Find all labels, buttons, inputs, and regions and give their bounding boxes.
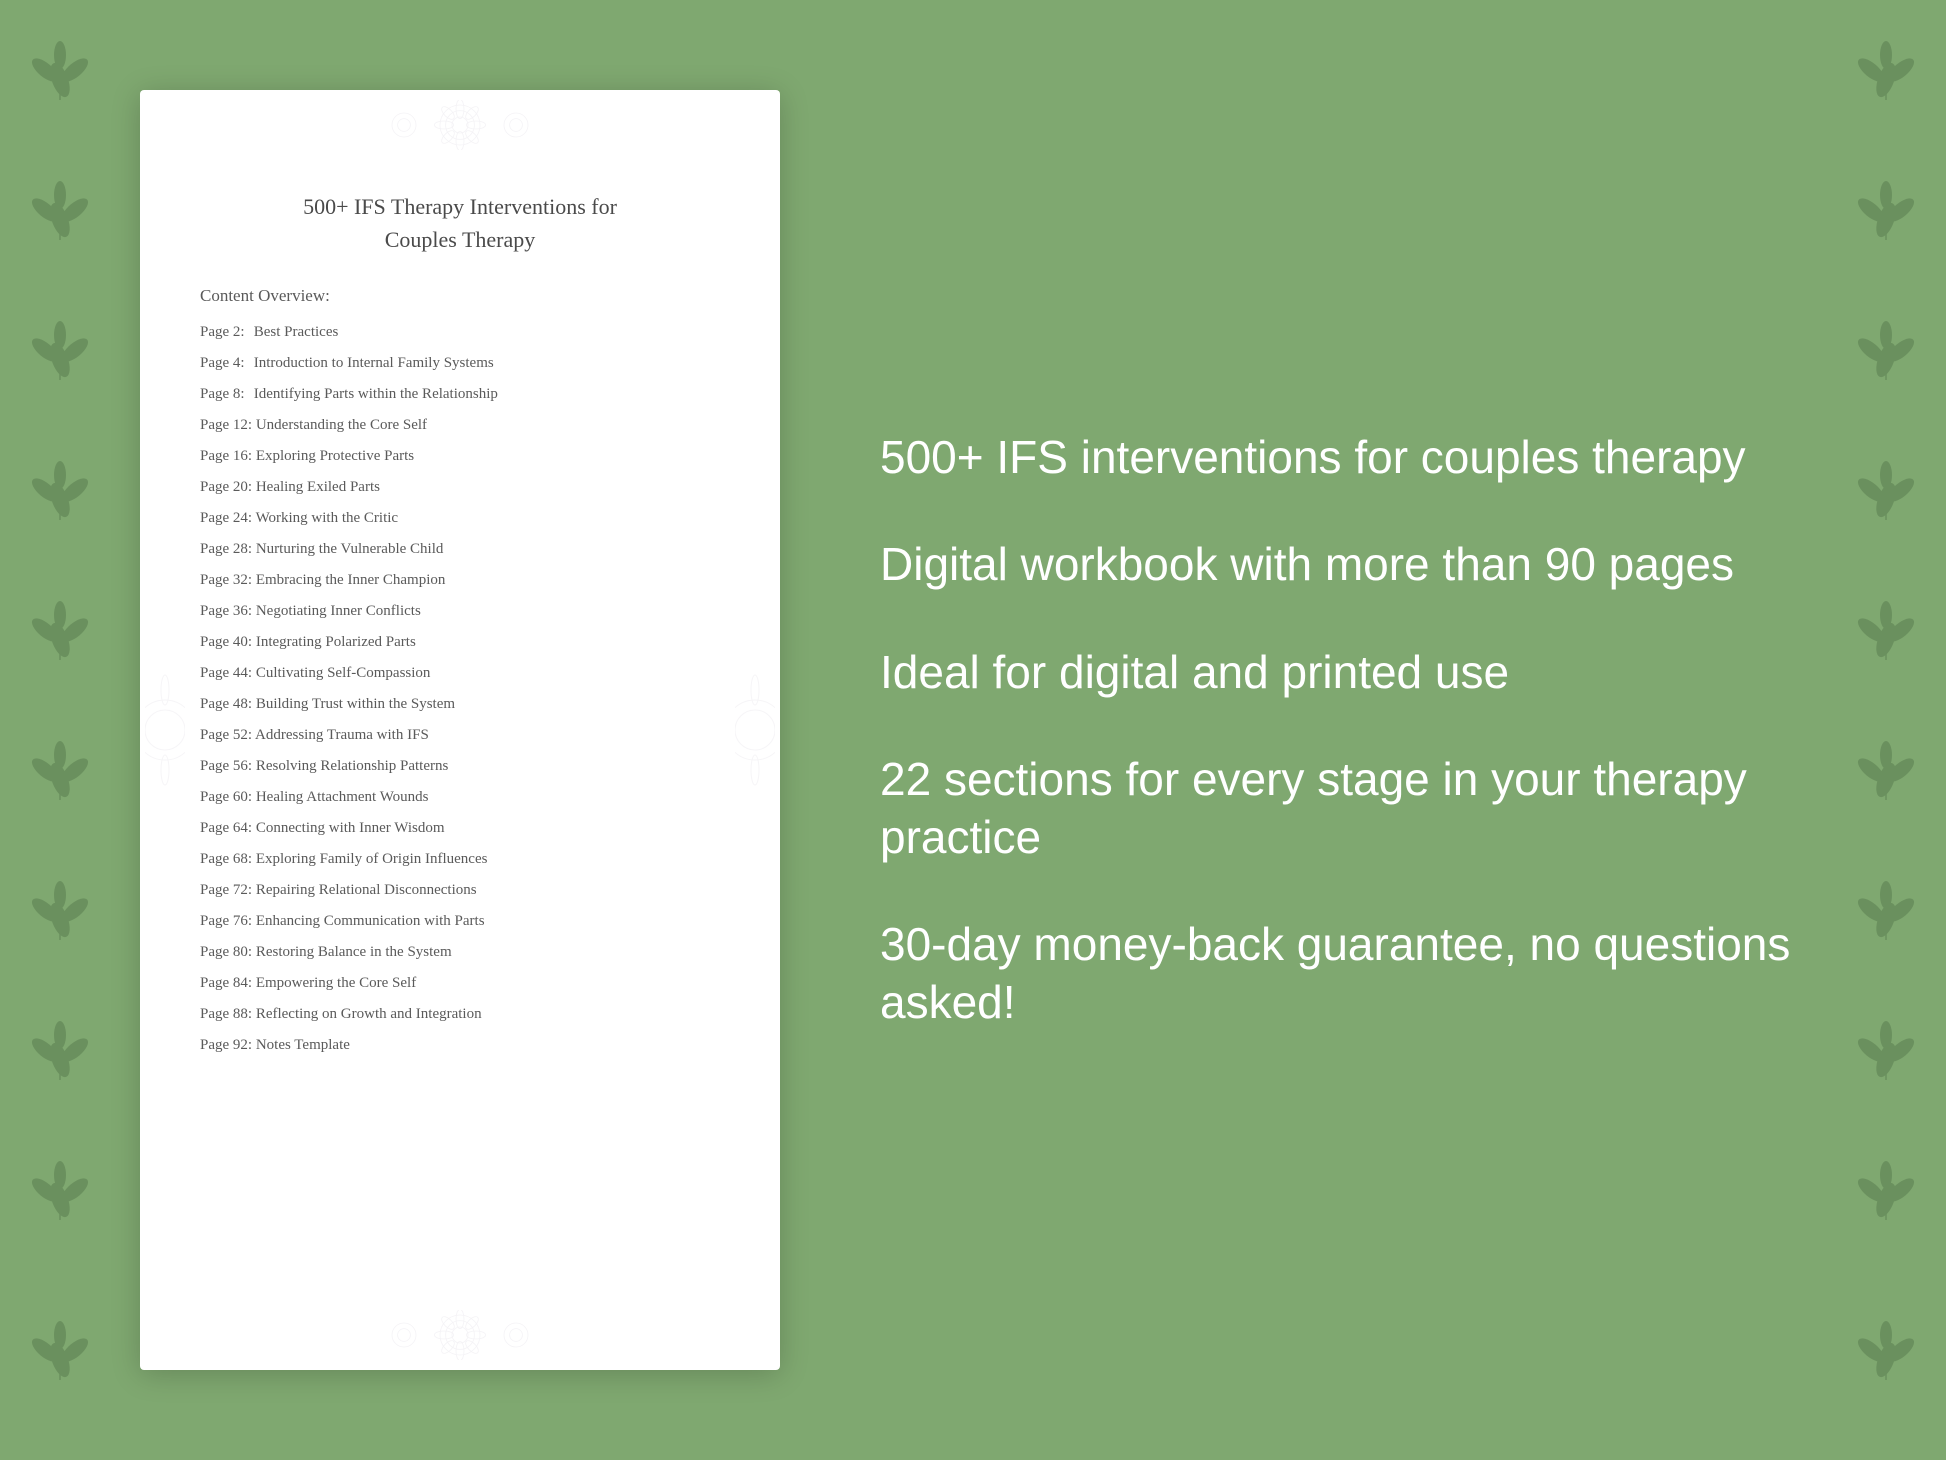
toc-page-num: Page 32: <box>200 570 252 591</box>
toc-item: Page 32: Embracing the Inner Champion <box>200 570 720 591</box>
toc-item: Page 52: Addressing Trauma with IFS <box>200 725 720 746</box>
toc-title: Enhancing Communication with Parts <box>256 913 485 929</box>
toc-page-num: Page 60: <box>200 787 252 808</box>
toc-item: Page 88: Reflecting on Growth and Integr… <box>200 1004 720 1025</box>
toc-title: Healing Exiled Parts <box>256 479 380 495</box>
toc-page-num: Page 56: <box>200 756 252 777</box>
toc-page-num: Page 28: <box>200 539 252 560</box>
toc-page-num: Page 40: <box>200 632 252 653</box>
toc-page-num: Page 68: <box>200 849 252 870</box>
toc-title: Integrating Polarized Parts <box>256 634 416 650</box>
toc-list: Page 2: Best PracticesPage 4: Introducti… <box>200 322 720 1056</box>
toc-page-num: Page 16: <box>200 446 252 467</box>
toc-item: Page 64: Connecting with Inner Wisdom <box>200 818 720 839</box>
toc-page-num: Page 24: <box>200 508 252 529</box>
feature-item-3: 22 sections for every stage in your ther… <box>880 751 1806 866</box>
toc-item: Page 72: Repairing Relational Disconnect… <box>200 880 720 901</box>
features-panel: 500+ IFS interventions for couples thera… <box>860 429 1806 1032</box>
left-floral-border <box>0 0 120 1460</box>
toc-item: Page 36: Negotiating Inner Conflicts <box>200 601 720 622</box>
toc-item: Page 12: Understanding the Core Self <box>200 415 720 436</box>
toc-item: Page 40: Integrating Polarized Parts <box>200 632 720 653</box>
toc-page-num: Page 80: <box>200 942 252 963</box>
toc-page-num: Page 72: <box>200 880 252 901</box>
document-card: 500+ IFS Therapy Interventions for Coupl… <box>140 90 780 1370</box>
toc-page-num: Page 84: <box>200 973 252 994</box>
toc-item: Page 28: Nurturing the Vulnerable Child <box>200 539 720 560</box>
toc-page-num: Page 20: <box>200 477 252 498</box>
feature-item-4: 30-day money-back guarantee, no question… <box>880 916 1806 1031</box>
toc-item: Page 92: Notes Template <box>200 1035 720 1056</box>
toc-page-num: Page 8: <box>200 384 250 405</box>
right-floral-border <box>1826 0 1946 1460</box>
toc-title: Healing Attachment Wounds <box>256 789 429 805</box>
toc-page-num: Page 76: <box>200 911 252 932</box>
toc-page-num: Page 48: <box>200 694 252 715</box>
toc-item: Page 4: Introduction to Internal Family … <box>200 353 720 374</box>
toc-page-num: Page 4: <box>200 353 250 374</box>
toc-title: Connecting with Inner Wisdom <box>256 820 445 836</box>
toc-title: Cultivating Self-Compassion <box>256 665 431 681</box>
toc-item: Page 44: Cultivating Self-Compassion <box>200 663 720 684</box>
feature-item-1: Digital workbook with more than 90 pages <box>880 536 1806 594</box>
toc-page-num: Page 2: <box>200 322 250 343</box>
feature-item-2: Ideal for digital and printed use <box>880 644 1806 702</box>
toc-title: Resolving Relationship Patterns <box>256 758 449 774</box>
toc-item: Page 8: Identifying Parts within the Rel… <box>200 384 720 405</box>
mandala-top-decoration <box>380 100 540 150</box>
toc-title: Negotiating Inner Conflicts <box>256 603 421 619</box>
content-overview-label: Content Overview: <box>200 286 720 306</box>
toc-item: Page 84: Empowering the Core Self <box>200 973 720 994</box>
document-title: 500+ IFS Therapy Interventions for Coupl… <box>200 190 720 256</box>
toc-title: Repairing Relational Disconnections <box>256 882 477 898</box>
toc-page-num: Page 36: <box>200 601 252 622</box>
toc-item: Page 16: Exploring Protective Parts <box>200 446 720 467</box>
toc-item: Page 48: Building Trust within the Syste… <box>200 694 720 715</box>
toc-page-num: Page 64: <box>200 818 252 839</box>
toc-item: Page 2: Best Practices <box>200 322 720 343</box>
toc-title: Restoring Balance in the System <box>256 944 452 960</box>
feature-item-0: 500+ IFS interventions for couples thera… <box>880 429 1806 487</box>
right-doc-ornament <box>735 630 775 830</box>
toc-item: Page 24: Working with the Critic <box>200 508 720 529</box>
left-doc-ornament <box>145 630 185 830</box>
toc-item: Page 80: Restoring Balance in the System <box>200 942 720 963</box>
toc-page-num: Page 44: <box>200 663 252 684</box>
toc-title: Reflecting on Growth and Integration <box>256 1006 482 1022</box>
toc-title: Introduction to Internal Family Systems <box>254 355 494 371</box>
toc-title: Building Trust within the System <box>256 696 455 712</box>
toc-title: Identifying Parts within the Relationshi… <box>254 386 498 402</box>
toc-item: Page 56: Resolving Relationship Patterns <box>200 756 720 777</box>
toc-item: Page 68: Exploring Family of Origin Infl… <box>200 849 720 870</box>
toc-page-num: Page 88: <box>200 1004 252 1025</box>
main-content: 500+ IFS Therapy Interventions for Coupl… <box>0 0 1946 1460</box>
toc-title: Understanding the Core Self <box>256 417 427 433</box>
toc-page-num: Page 92: <box>200 1035 252 1056</box>
toc-title: Embracing the Inner Champion <box>256 572 446 588</box>
toc-item: Page 60: Healing Attachment Wounds <box>200 787 720 808</box>
mandala-bottom-decoration <box>380 1310 540 1360</box>
toc-title: Exploring Family of Origin Influences <box>256 851 488 867</box>
toc-title: Exploring Protective Parts <box>256 448 414 464</box>
toc-item: Page 20: Healing Exiled Parts <box>200 477 720 498</box>
toc-title: Nurturing the Vulnerable Child <box>256 541 444 557</box>
toc-item: Page 76: Enhancing Communication with Pa… <box>200 911 720 932</box>
toc-page-num: Page 52: <box>200 725 252 746</box>
toc-title: Empowering the Core Self <box>256 975 416 991</box>
toc-title: Working with the Critic <box>256 510 399 526</box>
toc-title: Notes Template <box>256 1037 350 1053</box>
toc-title: Addressing Trauma with IFS <box>255 727 429 743</box>
toc-title: Best Practices <box>254 324 339 340</box>
toc-page-num: Page 12: <box>200 415 252 436</box>
